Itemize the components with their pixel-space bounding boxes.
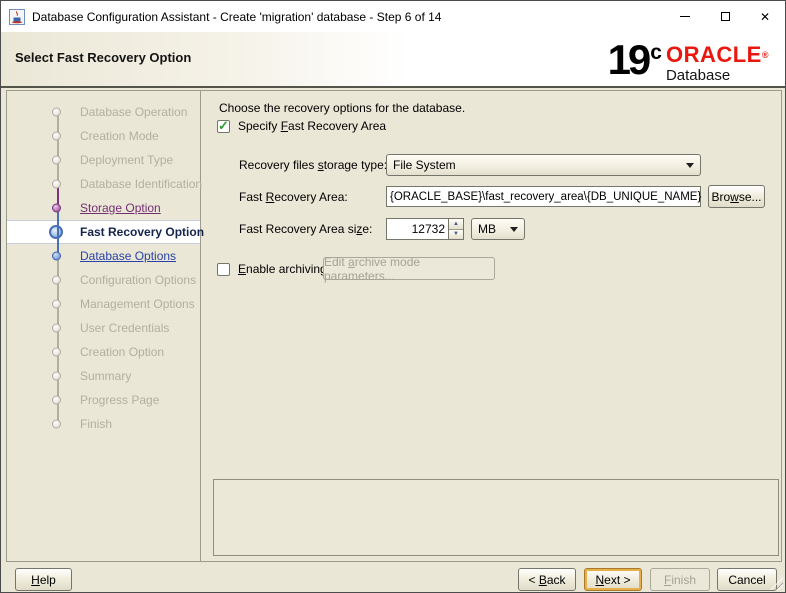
fra-size-spinner: 12732 ▲ ▼: [386, 218, 464, 240]
step-dot-icon: [52, 299, 61, 309]
sidebar-step-creation-mode: Creation Mode: [7, 124, 200, 148]
sidebar-step-fast-recovery-option: Fast Recovery Option: [7, 220, 204, 244]
page-content: Choose the recovery options for the data…: [201, 91, 781, 561]
step-dot-icon: [52, 107, 61, 117]
logo-19: 19: [607, 36, 652, 83]
maximize-button[interactable]: [705, 1, 745, 32]
sidebar-step-finish: Finish: [7, 412, 200, 436]
sidebar-step-user-credentials: User Credentials: [7, 316, 200, 340]
step-dot-icon: [52, 179, 61, 189]
step-dot-icon: [52, 347, 61, 357]
back-button[interactable]: < Back: [518, 568, 576, 591]
instruction-text: Choose the recovery options for the data…: [219, 101, 466, 115]
step-dot-icon: [52, 371, 61, 381]
step-list: Database Operation Creation Mode Deploym…: [7, 100, 204, 436]
enable-archiving-checkbox[interactable]: [217, 263, 230, 276]
sidebar-step-summary: Summary: [7, 364, 200, 388]
edit-archive-mode-button: Edit archive mode parameters...: [323, 255, 495, 283]
wizard-body: Database Operation Creation Mode Deploym…: [6, 90, 782, 562]
minimize-button[interactable]: [665, 1, 705, 32]
sidebar-step-database-identification: Database Identification: [7, 172, 202, 196]
dbca-window: Database Configuration Assistant - Creat…: [0, 0, 786, 593]
next-button[interactable]: Next >: [584, 568, 642, 591]
step-dot-icon: [52, 251, 61, 261]
spinner-down-button[interactable]: ▼: [449, 229, 463, 239]
specify-fra-checkbox[interactable]: ✓: [217, 118, 230, 133]
step-dot-icon: [52, 275, 61, 285]
help-button[interactable]: Help: [15, 568, 72, 591]
oracle-19c-logo: 19 c ORACLE® Database: [608, 36, 769, 84]
chevron-down-icon: [510, 226, 518, 232]
fra-size-label: Fast Recovery Area size:: [239, 222, 373, 236]
sidebar-step-database-operation: Database Operation: [7, 100, 200, 124]
step-dot-icon: [52, 203, 61, 213]
sidebar-step-creation-option: Creation Option: [7, 340, 200, 364]
fra-size-input[interactable]: 12732: [386, 218, 449, 240]
step-dot-icon: [52, 419, 61, 429]
fra-location-label: Fast Recovery Area:: [239, 190, 348, 204]
specify-fra-label[interactable]: Specify Fast Recovery Area: [238, 119, 386, 133]
close-button[interactable]: ✕: [745, 1, 785, 32]
fra-size-unit-value: MB: [478, 222, 496, 236]
sidebar-step-database-options[interactable]: Database Options: [7, 244, 200, 268]
window-title: Database Configuration Assistant - Creat…: [32, 9, 442, 24]
maximize-icon: [720, 12, 730, 21]
storage-type-label: Recovery files storage type:: [239, 158, 388, 172]
java-app-icon: [9, 8, 25, 25]
close-icon: ✕: [759, 9, 771, 24]
logo-c: c: [650, 41, 662, 64]
sidebar-step-progress-page: Progress Page: [7, 388, 200, 412]
arrow-up-icon: ▲: [453, 220, 459, 227]
sidebar-step-configuration-options: Configuration Options: [7, 268, 200, 292]
step-rail-active-segment: [57, 208, 59, 256]
button-bar: Help < Back Next > Finish Cancel: [1, 562, 785, 592]
spinner-up-button[interactable]: ▲: [449, 219, 463, 230]
window-controls: ✕: [665, 1, 785, 32]
checkmark-icon: ✓: [218, 118, 229, 133]
oracle-wordmark: ORACLE®: [665, 42, 769, 67]
finish-button: Finish: [650, 568, 710, 591]
logo-database-text: Database: [665, 67, 731, 84]
wizard-header: Select Fast Recovery Option 19 c ORACLE®…: [1, 32, 785, 88]
title-bar: Database Configuration Assistant - Creat…: [1, 1, 785, 32]
fra-location-input[interactable]: {ORACLE_BASE}\fast_recovery_area\{DB_UNI…: [386, 186, 701, 207]
chevron-down-icon: [686, 162, 694, 168]
step-dot-icon: [49, 225, 63, 239]
fra-size-unit-select[interactable]: MB: [471, 218, 525, 240]
sidebar-step-deployment-type: Deployment Type: [7, 148, 200, 172]
storage-type-value: File System: [393, 158, 456, 172]
page-title: Select Fast Recovery Option: [15, 50, 192, 65]
browse-button[interactable]: Browse...: [708, 185, 765, 208]
step-sidebar: Database Operation Creation Mode Deploym…: [7, 91, 204, 561]
step-dot-icon: [52, 323, 61, 333]
cancel-button[interactable]: Cancel: [717, 568, 777, 591]
minimize-icon: [680, 16, 690, 17]
registered-mark: ®: [761, 50, 769, 60]
storage-type-select[interactable]: File System: [386, 154, 701, 176]
sidebar-step-storage-option[interactable]: Storage Option: [7, 196, 200, 220]
sidebar-step-management-options: Management Options: [7, 292, 200, 316]
message-box: [213, 479, 779, 556]
step-dot-icon: [52, 395, 61, 405]
step-dot-icon: [52, 155, 61, 165]
step-dot-icon: [52, 131, 61, 141]
enable-archiving-label[interactable]: Enable archiving: [238, 262, 327, 276]
arrow-down-icon: ▼: [453, 231, 459, 238]
